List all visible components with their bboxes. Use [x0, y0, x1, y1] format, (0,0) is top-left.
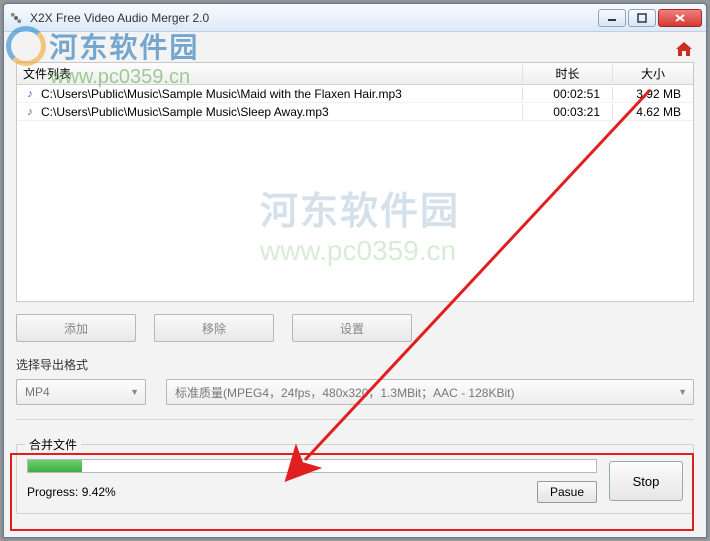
progress-group: 合并文件 Progress: 9.42% Pasue Stop	[16, 444, 694, 514]
col-header-duration[interactable]: 时长	[523, 65, 613, 82]
music-icon: ♪	[23, 105, 37, 119]
maximize-icon	[637, 13, 647, 23]
settings-button[interactable]: 设置	[292, 314, 412, 342]
chevron-down-icon: ▼	[130, 387, 139, 397]
list-header: 文件列表 时长 大小	[17, 63, 693, 85]
minimize-icon	[607, 13, 617, 23]
progress-label: Progress:	[27, 485, 78, 499]
file-path: C:\Users\Public\Music\Sample Music\Maid …	[41, 87, 402, 101]
progress-group-label: 合并文件	[25, 436, 81, 453]
file-duration: 00:02:51	[523, 87, 613, 101]
format-section-label: 选择导出格式	[16, 356, 694, 373]
window-title: X2X Free Video Audio Merger 2.0	[30, 11, 598, 25]
maximize-button[interactable]	[628, 9, 656, 27]
separator	[16, 419, 694, 420]
add-button[interactable]: 添加	[16, 314, 136, 342]
file-duration: 00:03:21	[523, 105, 613, 119]
stop-button[interactable]: Stop	[609, 461, 683, 501]
quality-combo[interactable]: 标准质量(MPEG4，24fps，480x320，1.3MBit；AAC - 1…	[166, 379, 694, 405]
list-row[interactable]: ♪ C:\Users\Public\Music\Sample Music\Maid…	[17, 85, 693, 103]
client-area: 文件列表 时长 大小 ♪ C:\Users\Public\Music\Sample…	[4, 32, 706, 537]
app-window: X2X Free Video Audio Merger 2.0 文件列表 时长 …	[3, 3, 707, 538]
progress-fill	[28, 460, 82, 472]
app-icon	[8, 10, 24, 26]
list-row[interactable]: ♪ C:\Users\Public\Music\Sample Music\Slee…	[17, 103, 693, 121]
home-icon[interactable]	[674, 40, 694, 58]
quality-value: 标准质量(MPEG4，24fps，480x320，1.3MBit；AAC - 1…	[175, 384, 514, 401]
close-icon	[674, 13, 686, 23]
file-size: 3.92 MB	[613, 87, 693, 101]
col-header-size[interactable]: 大小	[613, 65, 693, 82]
progress-percent: 9.42%	[82, 485, 116, 499]
container-combo[interactable]: MP4 ▼	[16, 379, 146, 405]
pause-button[interactable]: Pasue	[537, 481, 597, 503]
close-button[interactable]	[658, 9, 702, 27]
chevron-down-icon: ▼	[678, 387, 687, 397]
remove-button[interactable]: 移除	[154, 314, 274, 342]
file-size: 4.62 MB	[613, 105, 693, 119]
container-value: MP4	[25, 385, 50, 399]
music-icon: ♪	[23, 87, 37, 101]
progress-bar	[27, 459, 597, 473]
file-path: C:\Users\Public\Music\Sample Music\Sleep…	[41, 105, 329, 119]
minimize-button[interactable]	[598, 9, 626, 27]
file-list[interactable]: 文件列表 时长 大小 ♪ C:\Users\Public\Music\Sample…	[16, 62, 694, 302]
col-header-file[interactable]: 文件列表	[17, 65, 523, 82]
titlebar[interactable]: X2X Free Video Audio Merger 2.0	[4, 4, 706, 32]
